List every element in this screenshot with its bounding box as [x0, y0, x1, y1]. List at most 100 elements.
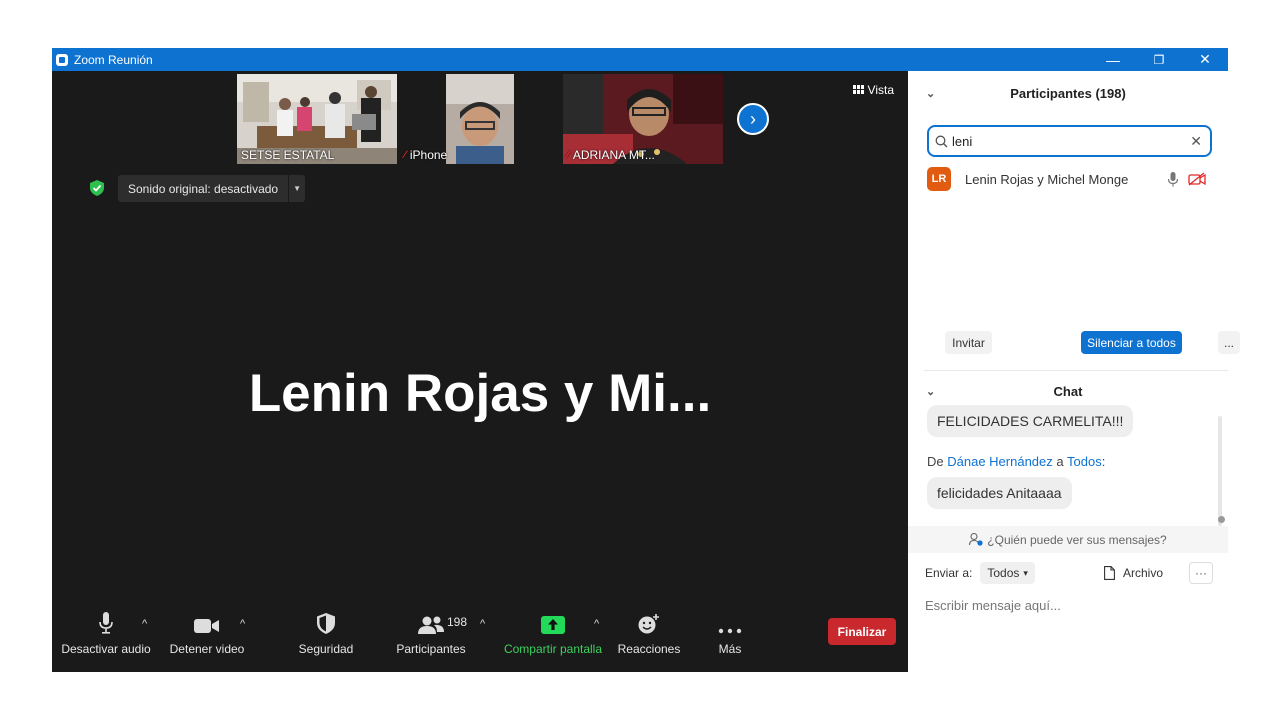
video-thumbnail[interactable]: SETSE ESTATAL: [237, 74, 397, 164]
minimize-button[interactable]: —: [1090, 48, 1136, 71]
thumbnail-label: ADRIANA MT...: [572, 148, 655, 162]
chat-message-text: FELICIDADES CARMELITA!!!: [937, 413, 1124, 429]
share-screen-icon: [541, 616, 565, 634]
chat-scrollbar[interactable]: [1218, 416, 1222, 526]
window-controls: — ❐ ✕: [1090, 48, 1228, 71]
microphone-icon[interactable]: [1168, 171, 1178, 187]
title-bar: Zoom Reunión — ❐ ✕: [52, 48, 1228, 71]
stop-video-button[interactable]: Detener video: [164, 608, 250, 672]
recipient-connector: a: [1056, 454, 1064, 469]
search-icon: [935, 135, 948, 147]
participants-title: Participantes (198): [1010, 85, 1126, 101]
view-button[interactable]: Vista: [852, 83, 894, 97]
security-button[interactable]: Seguridad: [292, 608, 360, 672]
participants-more-button[interactable]: ...: [1218, 331, 1240, 354]
invite-button[interactable]: Invitar: [945, 331, 992, 354]
mute-audio-button[interactable]: Desactivar audio: [61, 608, 151, 672]
chat-scroll-thumb[interactable]: [1218, 516, 1225, 523]
share-options-caret-icon[interactable]: ^: [594, 618, 599, 630]
thumbnail-name: SETSE ESTATAL: [241, 148, 334, 162]
thumbnail-label: SETSE ESTATAL: [241, 148, 335, 162]
chat-message-sender: De Dánae Hernández a Todos:: [927, 454, 1105, 469]
chat-title: Chat: [1053, 383, 1083, 399]
participant-name: Lenin Rojas y Michel Monge: [965, 171, 1129, 187]
participant-search[interactable]: leni ✕: [927, 125, 1212, 157]
muted-mic-icon: ⁄: [567, 149, 569, 161]
search-input-value[interactable]: leni: [952, 134, 972, 149]
original-sound-label: Sonido original: desactivado: [128, 181, 279, 196]
person-visibility-icon: [969, 533, 983, 546]
file-icon: [1104, 566, 1115, 580]
video-area: SETSE ESTATAL ⁄ iPhone ⁄ ADRIANA MT... ›…: [52, 71, 908, 672]
zoom-window: Zoom Reunión — ❐ ✕ SETSE ESTATAL ⁄ iPhon…: [52, 48, 1240, 672]
participants-header: ⌄ Participantes (198): [908, 73, 1228, 113]
recipient-value: Todos: [987, 566, 1020, 580]
sender-name-link[interactable]: Dánae Hernández: [947, 454, 1053, 469]
grid-icon: [852, 85, 864, 94]
view-label: Vista: [867, 83, 894, 97]
who-can-see-label: ¿Quién puede ver sus mensajes?: [987, 532, 1167, 547]
collapse-participants-chevron-icon[interactable]: ⌄: [926, 87, 935, 100]
share-screen-button[interactable]: Compartir pantalla: [500, 608, 606, 672]
share-screen-label: Compartir pantalla: [503, 642, 603, 656]
mute-all-button[interactable]: Silenciar a todos: [1081, 331, 1182, 354]
participant-status-icons: [1168, 171, 1206, 187]
emoji-reactions-icon: [638, 614, 659, 634]
security-label: Seguridad: [298, 642, 354, 656]
window-title: Zoom Reunión: [74, 52, 153, 67]
video-thumbnail[interactable]: ⁄ iPhone: [400, 74, 560, 164]
microphone-icon: [99, 612, 113, 634]
recipient-name-link[interactable]: Todos: [1067, 454, 1102, 469]
encryption-shield-icon[interactable]: [88, 179, 106, 197]
video-options-caret-icon[interactable]: ^: [240, 618, 245, 630]
meeting-toolbar: Desactivar audio ^ Detener video ^ Segur…: [52, 608, 908, 672]
close-button[interactable]: ✕: [1182, 48, 1228, 71]
chat-more-button[interactable]: ···: [1189, 562, 1213, 584]
more-button[interactable]: Más: [706, 608, 754, 672]
security-shield-icon: [317, 613, 335, 634]
next-page-button[interactable]: ›: [737, 103, 769, 135]
participants-label: Participantes: [396, 642, 466, 656]
thumbnail-name: ⁄ ADRIANA MT...: [567, 148, 655, 162]
active-speaker-name: Lenin Rojas y Mi...: [248, 364, 712, 423]
restore-button[interactable]: ❐: [1136, 48, 1182, 71]
send-to-row: Enviar a: Todos ▾ Archivo ···: [925, 560, 1213, 586]
reactions-label: Reacciones: [617, 642, 681, 656]
more-dots-icon: [718, 628, 742, 634]
participant-row[interactable]: LR Lenin Rojas y Michel Monge: [927, 167, 1212, 191]
sender-prefix: De: [927, 454, 944, 469]
thumbnail-name: ⁄ iPhone: [404, 148, 447, 162]
chat-message-text: felicidades Anitaaaa: [937, 485, 1062, 501]
muted-mic-icon: ⁄: [404, 149, 406, 161]
collapse-chat-chevron-icon[interactable]: ⌄: [926, 385, 935, 398]
clear-search-icon[interactable]: ✕: [1190, 133, 1202, 150]
recipient-select[interactable]: Todos ▾: [980, 562, 1035, 584]
original-sound-button[interactable]: Sonido original: desactivado ▼: [118, 175, 306, 202]
video-off-icon[interactable]: [1188, 172, 1206, 186]
video-camera-icon: [194, 619, 219, 633]
more-label: Más: [718, 642, 742, 656]
chevron-down-icon: ▾: [1023, 567, 1028, 578]
participants-icon: [418, 616, 444, 634]
reactions-button[interactable]: Reacciones: [616, 608, 682, 672]
who-can-see-link[interactable]: ¿Quién puede ver sus mensajes?: [908, 526, 1228, 553]
zoom-logo-icon: [56, 53, 68, 66]
chat-message-bubble: felicidades Anitaaaa: [927, 477, 1072, 509]
video-thumbnail[interactable]: ⁄ ADRIANA MT...: [563, 74, 723, 164]
sender-suffix: :: [1101, 454, 1106, 469]
file-button[interactable]: Archivo: [1104, 566, 1163, 580]
participants-count: 198: [447, 615, 468, 629]
participants-options-caret-icon[interactable]: ^: [480, 618, 485, 630]
participant-avatar: LR: [927, 167, 951, 191]
side-panel: ⌄ Participantes (198) leni ✕ LR Lenin Ro…: [908, 71, 1240, 672]
caret-down-icon[interactable]: ▼: [288, 175, 305, 202]
thumbnail-label: iPhone: [409, 148, 448, 162]
chevron-right-icon: ›: [750, 108, 756, 129]
send-to-label: Enviar a:: [925, 566, 973, 580]
end-meeting-button[interactable]: Finalizar: [828, 618, 896, 645]
mute-audio-label: Desactivar audio: [61, 642, 151, 656]
chat-message-bubble: FELICIDADES CARMELITA!!!: [927, 405, 1134, 437]
file-label: Archivo: [1123, 566, 1164, 580]
audio-options-caret-icon[interactable]: ^: [142, 618, 147, 630]
chat-message-input[interactable]: [925, 595, 1213, 615]
